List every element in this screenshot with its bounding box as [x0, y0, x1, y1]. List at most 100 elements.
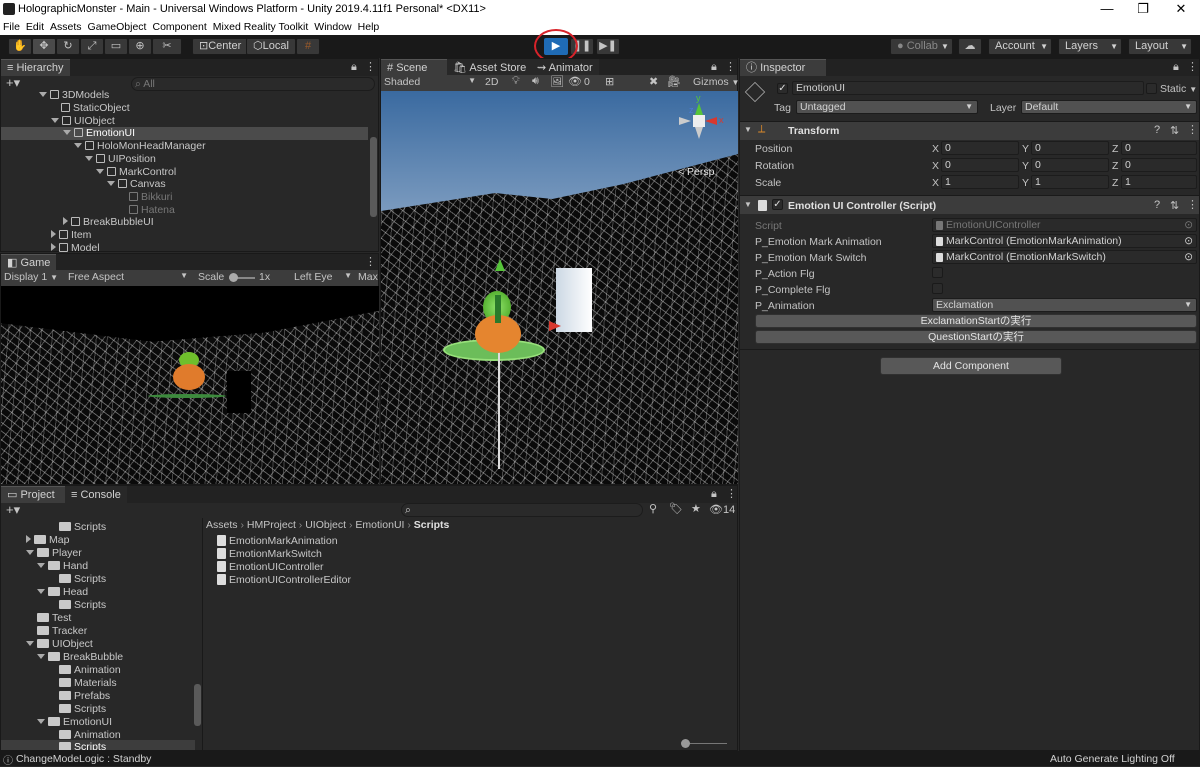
position-z-field[interactable]: 0	[1121, 141, 1197, 155]
restore-button[interactable]: ❐	[1128, 1, 1158, 17]
rotation-z-field[interactable]: 0	[1121, 158, 1197, 172]
hierarchy-scrollbar[interactable]	[370, 137, 377, 217]
collab-dropdown[interactable]: ● Collab ▼	[890, 38, 953, 55]
account-dropdown[interactable]: Account ▼	[988, 38, 1052, 55]
rect-tool-icon[interactable]: ▭	[104, 38, 128, 55]
folder-item[interactable]: EmotionUI	[37, 716, 112, 729]
folder-item[interactable]: Tracker	[37, 625, 87, 638]
folder-item[interactable]: Player	[26, 547, 82, 560]
pivot-center-button[interactable]: ⊡Center	[192, 38, 249, 55]
object-name-field[interactable]: EmotionUI	[792, 81, 1144, 95]
more-icon[interactable]: ⋮	[1187, 198, 1198, 211]
gizmo-neg-y-cone[interactable]	[695, 127, 703, 139]
more-icon[interactable]: ⋮	[725, 60, 736, 73]
move-gizmo-y[interactable]	[495, 295, 501, 323]
maximize-on-play[interactable]: Max	[358, 271, 378, 283]
more-icon[interactable]: ⋮	[1187, 60, 1198, 73]
emotion-mark-switch-field[interactable]: MarkControl (EmotionMarkSwitch) ⊙	[932, 250, 1197, 264]
game-viewport[interactable]	[1, 286, 379, 484]
hierarchy-item-selected[interactable]: EmotionUI	[63, 127, 135, 140]
more-icon[interactable]: ⋮	[365, 255, 376, 268]
static-checkbox[interactable]	[1146, 83, 1157, 94]
audio-icon[interactable]: 🔊︎	[532, 75, 539, 88]
project-splitter[interactable]	[202, 518, 203, 750]
project-tree-scrollbar[interactable]	[194, 684, 201, 726]
breadcrumb-item-current[interactable]: Scripts	[414, 519, 450, 531]
grid-icon[interactable]: ⊞	[605, 75, 614, 88]
gizmo-x-cone[interactable]	[705, 117, 717, 125]
hierarchy-item[interactable]: Canvas	[107, 178, 166, 191]
hand-tool-icon[interactable]: ✋	[8, 38, 32, 55]
folder-item[interactable]: Head	[37, 586, 88, 599]
more-icon[interactable]: ⋮	[726, 487, 737, 500]
rotation-x-field[interactable]: 0	[941, 158, 1019, 172]
tab-inspector[interactable]: ⓘ Inspector	[740, 59, 826, 76]
hierarchy-item[interactable]: 3DModels	[39, 89, 109, 102]
icon-size-slider-handle[interactable]	[681, 739, 690, 748]
gizmos-dropdown[interactable]: Gizmos ▼	[693, 76, 739, 88]
menu-edit[interactable]: Edit	[23, 19, 47, 33]
breadcrumb-item[interactable]: HMProject	[247, 519, 296, 531]
file-item[interactable]: EmotionUIControllerEditor	[217, 574, 351, 587]
camera-icon[interactable]: 🎥︎	[667, 75, 681, 88]
static-dropdown[interactable]: Static ▼	[1160, 83, 1197, 95]
eye-dropdown[interactable]: Left Eye ▼	[294, 271, 352, 283]
breadcrumb-item[interactable]: EmotionUI	[355, 519, 404, 531]
hierarchy-item[interactable]: UIPosition	[85, 153, 156, 166]
tab-animator[interactable]: ⇝ Animator	[531, 59, 599, 76]
breadcrumb-item[interactable]: UIObject	[305, 519, 346, 531]
shading-dropdown[interactable]: Shaded ▼	[384, 76, 476, 88]
expand-arrow-icon[interactable]: ▼	[744, 200, 752, 209]
custom-tool-icon[interactable]: ✂	[152, 38, 182, 55]
help-icon[interactable]: ?	[1154, 124, 1160, 136]
file-item[interactable]: EmotionMarkAnimation	[217, 535, 338, 548]
scene-orientation-gizmo[interactable]: y x z	[671, 93, 725, 157]
icon-size-slider-track[interactable]	[685, 743, 727, 744]
component-enabled-checkbox[interactable]: ✓	[772, 199, 783, 210]
scene-viewport[interactable]: y x z < Persp	[381, 91, 738, 484]
tab-game[interactable]: ◧ Game	[1, 254, 57, 271]
add-component-button[interactable]: Add Component	[880, 357, 1062, 375]
tab-console[interactable]: ≡ Console	[65, 486, 127, 503]
folder-item[interactable]: Test	[37, 612, 71, 625]
menu-component[interactable]: Component	[149, 19, 209, 33]
object-picker-icon[interactable]: ⊙	[1184, 235, 1193, 247]
object-picker-icon[interactable]: ⊙	[1184, 251, 1193, 263]
animation-dropdown[interactable]: Exclamation ▼	[932, 298, 1197, 312]
lighting-status[interactable]: Auto Generate Lighting Off	[1050, 753, 1175, 765]
lighting-icon[interactable]: 💡︎	[512, 75, 520, 88]
tab-asset-store[interactable]: 🛍︎ Asset Store	[447, 59, 533, 76]
close-button[interactable]: ✕	[1166, 1, 1196, 17]
more-icon[interactable]: ⋮	[1187, 123, 1198, 136]
breadcrumb-item[interactable]: Assets	[206, 519, 238, 531]
layout-dropdown[interactable]: Layout ▼	[1128, 38, 1192, 55]
hierarchy-item[interactable]: StaticObject	[61, 102, 130, 115]
layers-dropdown[interactable]: Layers ▼	[1058, 38, 1122, 55]
folder-item[interactable]: BreakBubble	[37, 651, 123, 664]
lock-icon[interactable]: 🔒︎	[711, 488, 717, 501]
folder-item[interactable]: Scripts	[59, 703, 106, 716]
scale-y-field[interactable]: 1	[1031, 175, 1109, 189]
scale-tool-icon[interactable]: ⤢	[80, 38, 104, 55]
hierarchy-search-input[interactable]: ⌕ All	[131, 77, 375, 91]
toggle-2d-button[interactable]: 2D	[485, 76, 498, 88]
tab-project[interactable]: ▭ Project	[1, 486, 65, 503]
folder-item[interactable]: Animation	[59, 664, 121, 677]
folder-item[interactable]: Prefabs	[59, 690, 110, 703]
gizmo-center-cube[interactable]	[693, 115, 705, 127]
hierarchy-item[interactable]: Item	[51, 229, 91, 242]
folder-item[interactable]: UIObject	[26, 638, 93, 651]
gizmo-neg-x-cone[interactable]	[679, 117, 691, 125]
folder-item[interactable]: Materials	[59, 677, 117, 690]
menu-file[interactable]: File	[0, 19, 23, 33]
active-checkbox[interactable]: ✓	[777, 83, 788, 94]
emotion-mark-animation-field[interactable]: MarkControl (EmotionMarkAnimation) ⊙	[932, 234, 1197, 248]
position-y-field[interactable]: 0	[1031, 141, 1109, 155]
create-plus-button[interactable]: +▾	[6, 502, 20, 518]
hierarchy-item-disabled[interactable]: Bikkuri	[129, 191, 173, 204]
cloud-icon[interactable]: ☁	[958, 38, 982, 55]
menu-mixed-reality-toolkit[interactable]: Mixed Reality Toolkit	[210, 19, 312, 33]
file-item[interactable]: EmotionMarkSwitch	[217, 548, 322, 561]
folder-item[interactable]: Scripts	[59, 599, 106, 612]
hidden-objects-icon[interactable]: 👁︎	[568, 75, 582, 88]
